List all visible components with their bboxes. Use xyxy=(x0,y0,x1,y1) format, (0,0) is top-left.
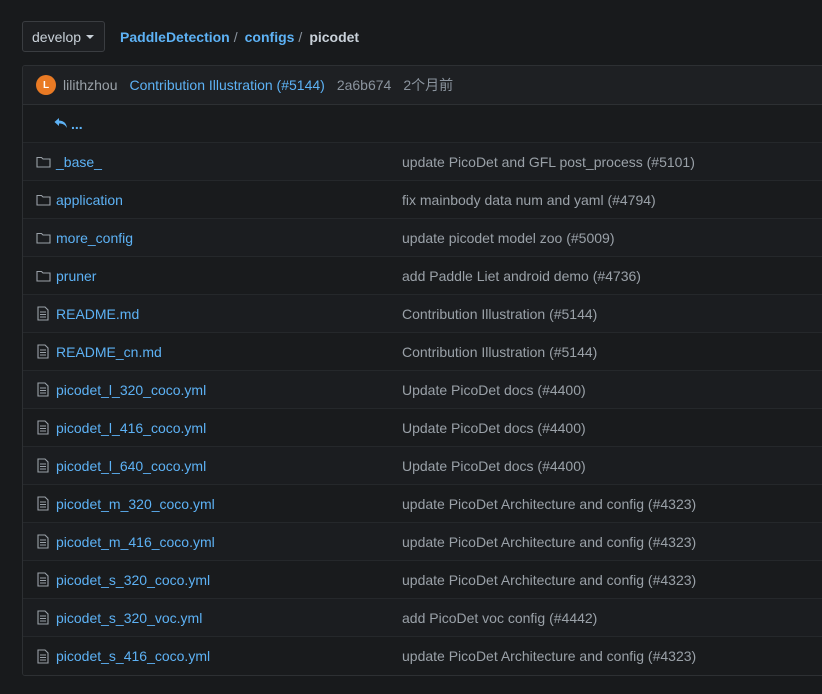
file-icon xyxy=(35,306,51,322)
entry-name-cell: picodet_m_416_coco.yml xyxy=(23,534,402,550)
folder-row[interactable]: _base_ update PicoDet and GFL post_proces… xyxy=(23,143,822,181)
entry-commit-message[interactable]: update PicoDet Architecture and config (… xyxy=(402,648,696,664)
file-row[interactable]: picodet_l_320_coco.yml Update PicoDet doc… xyxy=(23,371,822,409)
entry-name-cell: picodet_l_640_coco.yml xyxy=(23,458,402,474)
entry-name-cell: picodet_s_320_coco.yml xyxy=(23,572,402,588)
folder-icon xyxy=(35,230,51,246)
entry-commit-message[interactable]: update PicoDet Architecture and config (… xyxy=(402,496,696,512)
branch-selector-button[interactable]: develop xyxy=(22,21,106,52)
file-row[interactable]: picodet_s_320_voc.yml add PicoDet voc con… xyxy=(23,599,822,637)
file-icon xyxy=(35,534,51,550)
entry-name-link[interactable]: picodet_s_320_voc.yml xyxy=(56,610,202,626)
entry-name-link[interactable]: README_cn.md xyxy=(56,344,162,360)
commit-sha[interactable]: 2a6b674 xyxy=(337,77,392,93)
entry-name-cell: pruner xyxy=(23,268,402,284)
file-row[interactable]: picodet_m_320_coco.yml update PicoDet Arc… xyxy=(23,485,822,523)
file-icon xyxy=(35,572,51,588)
folder-row[interactable]: more_config update picodet model zoo (#50… xyxy=(23,219,822,257)
entry-commit-message[interactable]: update picodet model zoo (#5009) xyxy=(402,230,614,246)
folder-icon xyxy=(35,154,51,170)
entry-commit-message[interactable]: Contribution Illustration (#5144) xyxy=(402,344,597,360)
entry-commit-message[interactable]: update PicoDet Architecture and config (… xyxy=(402,572,696,588)
entry-name-link[interactable]: picodet_s_416_coco.yml xyxy=(56,648,210,664)
breadcrumb-separator: / xyxy=(233,28,238,45)
folder-row[interactable]: application fix mainbody data num and yam… xyxy=(23,181,822,219)
entry-name-cell: _base_ xyxy=(23,154,402,170)
commit-author[interactable]: lilithzhou xyxy=(63,77,117,93)
entry-name-cell: application xyxy=(23,192,402,208)
entry-commit-message[interactable]: update PicoDet Architecture and config (… xyxy=(402,534,696,550)
file-row[interactable]: README.md Contribution Illustration (#514… xyxy=(23,295,822,333)
entry-commit-message[interactable]: Update PicoDet docs (#4400) xyxy=(402,458,586,474)
file-icon xyxy=(35,458,51,474)
breadcrumb-current: picodet xyxy=(309,28,360,45)
commit-time: 2个月前 xyxy=(403,77,454,93)
parent-directory-link[interactable]: ... xyxy=(54,116,83,132)
file-list: ... _base_ update PicoDet and GFL post_pr… xyxy=(23,105,822,675)
entry-name-link[interactable]: application xyxy=(56,192,123,208)
entry-commit-message[interactable]: add Paddle Liet android demo (#4736) xyxy=(402,268,641,284)
entry-name-cell: picodet_m_320_coco.yml xyxy=(23,496,402,512)
avatar[interactable]: L xyxy=(36,75,56,95)
entry-name-cell: README.md xyxy=(23,306,402,322)
entry-name-link[interactable]: picodet_s_320_coco.yml xyxy=(56,572,210,588)
entry-name-link[interactable]: picodet_m_416_coco.yml xyxy=(56,534,215,550)
folder-icon xyxy=(35,268,51,284)
entry-name-link[interactable]: _base_ xyxy=(56,154,102,170)
file-icon xyxy=(35,420,51,436)
parent-directory-label: ... xyxy=(71,115,83,132)
entry-name-link[interactable]: more_config xyxy=(56,230,133,246)
entry-name-cell: picodet_l_320_coco.yml xyxy=(23,382,402,398)
entry-commit-message[interactable]: Contribution Illustration (#5144) xyxy=(402,306,597,322)
file-row[interactable]: README_cn.md Contribution Illustration (#… xyxy=(23,333,822,371)
file-row[interactable]: picodet_l_640_coco.yml Update PicoDet doc… xyxy=(23,447,822,485)
entry-name-link[interactable]: pruner xyxy=(56,268,96,284)
entry-commit-message[interactable]: fix mainbody data num and yaml (#4794) xyxy=(402,192,656,208)
entry-name-link[interactable]: README.md xyxy=(56,306,139,322)
entry-commit-message[interactable]: add PicoDet voc config (#4442) xyxy=(402,610,597,626)
entry-name-cell: more_config xyxy=(23,230,402,246)
file-row[interactable]: picodet_s_320_coco.yml update PicoDet Arc… xyxy=(23,561,822,599)
entry-name-link[interactable]: picodet_m_320_coco.yml xyxy=(56,496,215,512)
entry-name-link[interactable]: picodet_l_320_coco.yml xyxy=(56,382,206,398)
folder-row[interactable]: pruner add Paddle Liet android demo (#473… xyxy=(23,257,822,295)
file-icon xyxy=(35,344,51,360)
entry-name-cell: picodet_s_320_voc.yml xyxy=(23,610,402,626)
breadcrumb-separator: / xyxy=(298,28,303,45)
breadcrumb-configs-link[interactable]: configs xyxy=(245,29,295,45)
latest-commit-bar: L lilithzhou Contribution Illustration (… xyxy=(23,66,822,105)
file-icon xyxy=(35,610,51,626)
file-icon xyxy=(35,382,51,398)
file-row[interactable]: picodet_m_416_coco.yml update PicoDet Arc… xyxy=(23,523,822,561)
breadcrumb-repo-link[interactable]: PaddleDetection xyxy=(120,29,230,45)
entry-name-cell: picodet_s_416_coco.yml xyxy=(23,648,402,664)
file-browser: L lilithzhou Contribution Illustration (… xyxy=(22,65,822,676)
entry-commit-message[interactable]: update PicoDet and GFL post_process (#51… xyxy=(402,154,695,170)
file-icon xyxy=(35,496,51,512)
repo-header: develop PaddleDetection / configs / pico… xyxy=(22,21,359,52)
entry-name-link[interactable]: picodet_l_640_coco.yml xyxy=(56,458,206,474)
entry-name-cell: README_cn.md xyxy=(23,344,402,360)
branch-label: develop xyxy=(32,28,82,45)
entry-name-cell: picodet_l_416_coco.yml xyxy=(23,420,402,436)
file-row[interactable]: picodet_s_416_coco.yml update PicoDet Arc… xyxy=(23,637,822,675)
commit-message-link[interactable]: Contribution Illustration (#5144) xyxy=(129,77,324,93)
entry-commit-message[interactable]: Update PicoDet docs (#4400) xyxy=(402,420,586,436)
caret-down-icon xyxy=(86,34,95,39)
entry-commit-message[interactable]: Update PicoDet docs (#4400) xyxy=(402,382,586,398)
folder-icon xyxy=(35,192,51,208)
parent-directory-row[interactable]: ... xyxy=(23,105,822,143)
breadcrumb: PaddleDetection / configs / picodet xyxy=(120,29,359,45)
file-icon xyxy=(35,648,51,664)
file-row[interactable]: picodet_l_416_coco.yml Update PicoDet doc… xyxy=(23,409,822,447)
entry-name-link[interactable]: picodet_l_416_coco.yml xyxy=(56,420,206,436)
reply-arrow-icon xyxy=(54,116,68,132)
